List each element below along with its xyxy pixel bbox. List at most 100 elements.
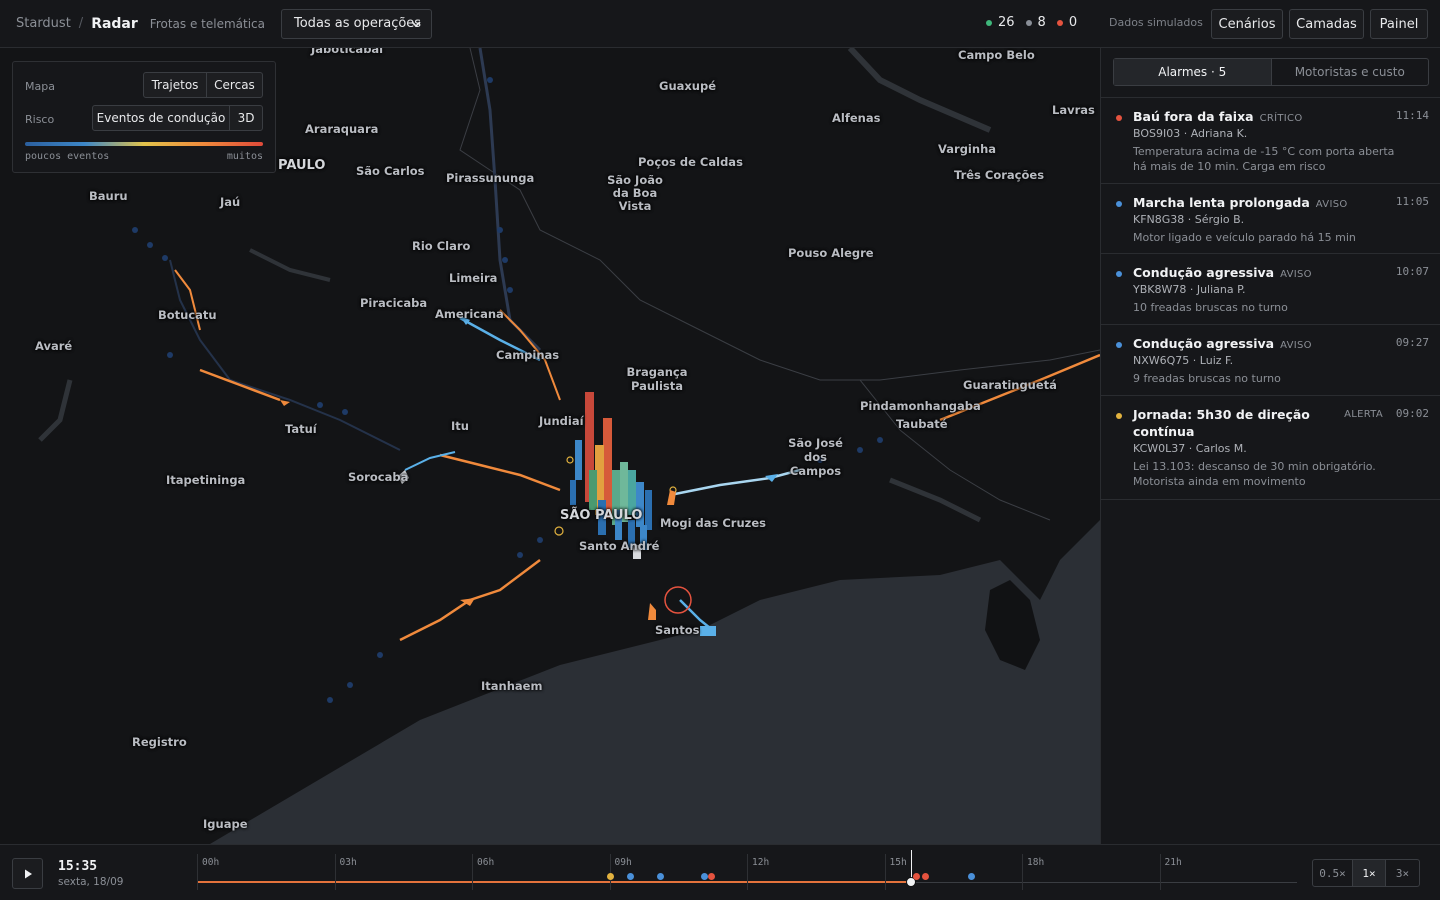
city-label: Três Corações (954, 168, 1045, 182)
operations-select[interactable]: Todas as operações (281, 8, 432, 39)
tab-drivers-cost[interactable]: Motoristas e custo (1270, 59, 1429, 85)
alarm-severity: AVISO (1315, 199, 1348, 210)
city-label: Campinas (496, 348, 560, 362)
alarm-time: 11:14 (1395, 109, 1429, 122)
alarm-item[interactable]: Marcha lenta prolongada AVISO 11:05 KFN8G… (1101, 184, 1440, 254)
city-label: Itapetininga (166, 473, 246, 487)
hour-tick (472, 854, 473, 890)
speed-option[interactable]: 3× (1386, 860, 1419, 886)
alarm-title: Condução agressiva (1133, 265, 1275, 280)
status-dot-gray (1025, 19, 1032, 26)
alarm-vehicle: BOS9I03 · Adriana K. (1133, 127, 1248, 140)
city-label: Jaú (220, 195, 241, 209)
breadcrumb-separator: / (78, 16, 84, 31)
hour-tick (197, 854, 198, 890)
count-critical: 0 (1056, 15, 1077, 30)
city-label: Bragança Paulista (626, 365, 688, 393)
alarm-item[interactable]: Condução agressiva AVISO 09:27 NXW6Q75 · … (1101, 325, 1440, 396)
alarm-description: Lei 13.103: descanso de 30 min obrigatór… (1133, 460, 1376, 488)
city-label: Varginha (938, 142, 997, 156)
toggle-cercas[interactable]: Cercas (206, 72, 263, 98)
city-label: Pirassununga (446, 171, 535, 185)
current-time: 15:35 (58, 859, 98, 874)
city-label: Itanhaem (481, 679, 543, 693)
scale-low-label: poucos eventos (25, 151, 110, 162)
alarm-vehicle: KCW0L37 · Carlos M. (1133, 442, 1247, 455)
city-label: Tatuí (285, 422, 317, 436)
timeline-progress (197, 881, 912, 883)
alarm-title: Marcha lenta prolongada (1133, 195, 1310, 210)
timeline-event-marker[interactable] (922, 873, 930, 880)
map-label: Mapa (25, 80, 55, 93)
timeline-event-marker[interactable] (626, 873, 634, 880)
speed-option[interactable]: 0.5× (1313, 860, 1353, 886)
city-label: Taubaté (896, 417, 948, 431)
alarm-severity: AVISO (1280, 340, 1312, 351)
timeline-event-marker[interactable] (708, 873, 716, 880)
app-title: Radar (91, 15, 138, 32)
status-dot-red (1056, 19, 1063, 26)
alarm-item[interactable]: Condução agressiva AVISO 10:07 YBK8W78 · … (1101, 254, 1440, 325)
side-tabs: Alarmes · 5 Motoristas e custo (1113, 58, 1429, 86)
toggle-3d[interactable]: 3D (229, 105, 263, 131)
alarm-time: 11:05 (1395, 195, 1429, 208)
alarm-item[interactable]: Jornada: 5h30 de direção contínua ALERTA… (1101, 396, 1440, 500)
hour-label: 00h (202, 857, 220, 868)
layers-button[interactable]: Camadas (1289, 9, 1364, 39)
city-label: Rio Claro (412, 239, 471, 253)
city-label: Pindamonhangaba (860, 399, 981, 413)
severity-dot (1116, 115, 1122, 121)
city-label: Piracicaba (360, 296, 428, 310)
severity-dot (1116, 271, 1122, 277)
timeline-event-marker[interactable] (657, 873, 665, 880)
count-idle: 8 (1025, 15, 1046, 30)
alarm-title: Condução agressiva (1133, 336, 1275, 351)
speed-option[interactable]: 1× (1353, 860, 1386, 886)
city-label: Jundiaí (539, 414, 584, 428)
city-label: Araraquara (305, 122, 379, 136)
scenarios-button[interactable]: Cenários (1211, 9, 1283, 39)
chevron-down-icon (411, 20, 421, 27)
geofence-santos (664, 586, 692, 614)
city-label: Poços de Caldas (638, 155, 743, 169)
city-label: Santos (655, 623, 700, 637)
operations-select-value: Todas as operações (294, 16, 422, 31)
city-label: Bauru (89, 189, 128, 203)
severity-dot (1116, 201, 1122, 207)
toggle-driving-events[interactable]: Eventos de condução (92, 105, 230, 131)
alarm-description: 9 freadas bruscas no turno (1133, 372, 1281, 385)
alarm-title: Jornada: 5h30 de direção contínua (1133, 407, 1310, 439)
city-label: Mogi das Cruzes (660, 516, 766, 530)
alarm-item[interactable]: Baú fora da faixa CRÍTICO 11:14 BOS9I03 ·… (1101, 98, 1440, 184)
hour-tick (884, 854, 886, 890)
alarm-time: 10:07 (1395, 265, 1429, 278)
city-label: Santo André (579, 539, 660, 553)
hour-label: 03h (339, 857, 357, 868)
hour-tick (1159, 854, 1161, 890)
city-label: Itu (451, 419, 469, 433)
scale-high-label: muitos (226, 151, 263, 162)
play-button[interactable] (12, 858, 43, 889)
risk-label: Risco (25, 113, 55, 126)
timeline-track[interactable]: 00h 03h 06h 09h 12h 15h 18h 21h (197, 850, 1297, 894)
brand-link[interactable]: Stardust (16, 16, 71, 31)
city-label: Guaxupé (659, 79, 717, 93)
timeline-event-marker[interactable] (913, 873, 921, 880)
toggle-trajetos[interactable]: Trajetos (143, 72, 207, 98)
map-controls-panel: Mapa Trajetos Cercas Risco Eventos de co… (12, 61, 276, 173)
city-label: São José dos Campos (788, 436, 843, 478)
city-label: Sorocaba (348, 470, 409, 484)
city-label: Iguape (203, 817, 248, 831)
hour-tick (1022, 854, 1023, 890)
tab-alarms[interactable]: Alarmes · 5 (1114, 59, 1271, 85)
alarms-panel: Alarmes · 5 Motoristas e custo Baú fora … (1100, 48, 1440, 844)
risk-scale-bar (25, 142, 263, 146)
alarm-vehicle: YBK8W78 · Juliana P. (1133, 283, 1246, 296)
timeline-event-marker[interactable] (968, 873, 976, 880)
ocean (210, 520, 1100, 844)
city-label: Alfenas (832, 111, 881, 125)
hour-tick (609, 854, 611, 890)
alarm-severity: ALERTA (1344, 409, 1383, 420)
timeline-event-marker[interactable] (606, 873, 614, 880)
panel-button[interactable]: Painel (1370, 9, 1428, 39)
